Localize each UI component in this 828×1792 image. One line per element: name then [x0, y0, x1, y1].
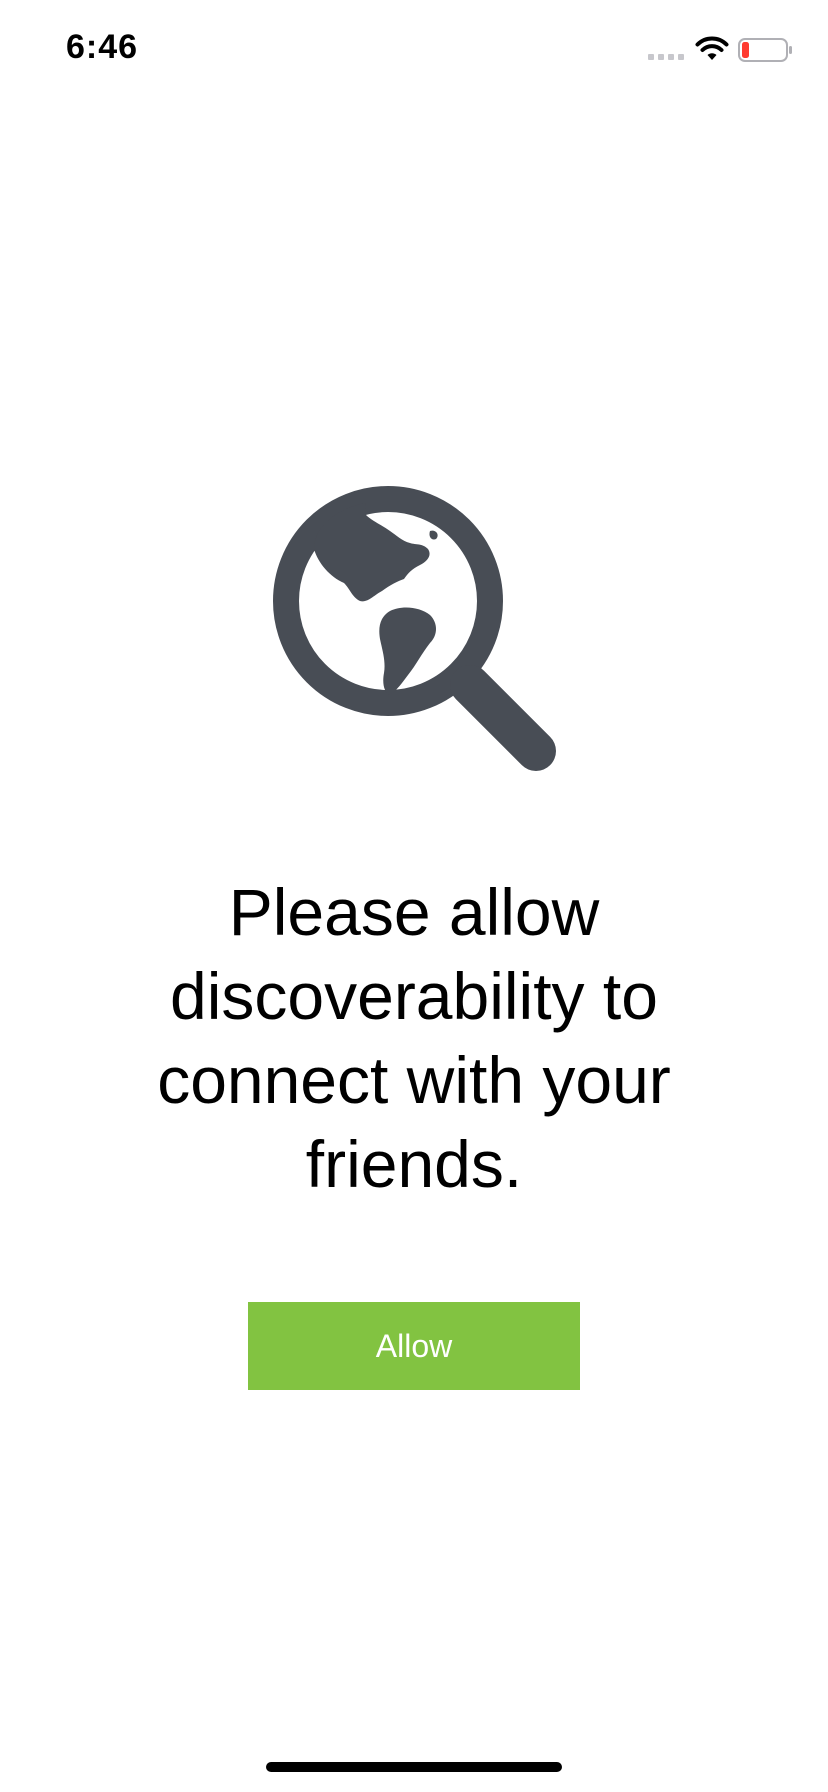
globe-magnifier-icon — [273, 486, 556, 771]
home-indicator[interactable] — [266, 1762, 562, 1772]
cellular-signal-icon — [648, 54, 684, 60]
battery-low-icon — [738, 38, 792, 62]
status-bar: 6:46 — [0, 0, 828, 100]
discoverability-message: Please allow discoverability to connect … — [157, 875, 671, 1201]
allow-button[interactable]: Allow — [248, 1302, 580, 1390]
status-time: 6:46 — [66, 28, 139, 66]
wifi-icon — [695, 36, 729, 60]
